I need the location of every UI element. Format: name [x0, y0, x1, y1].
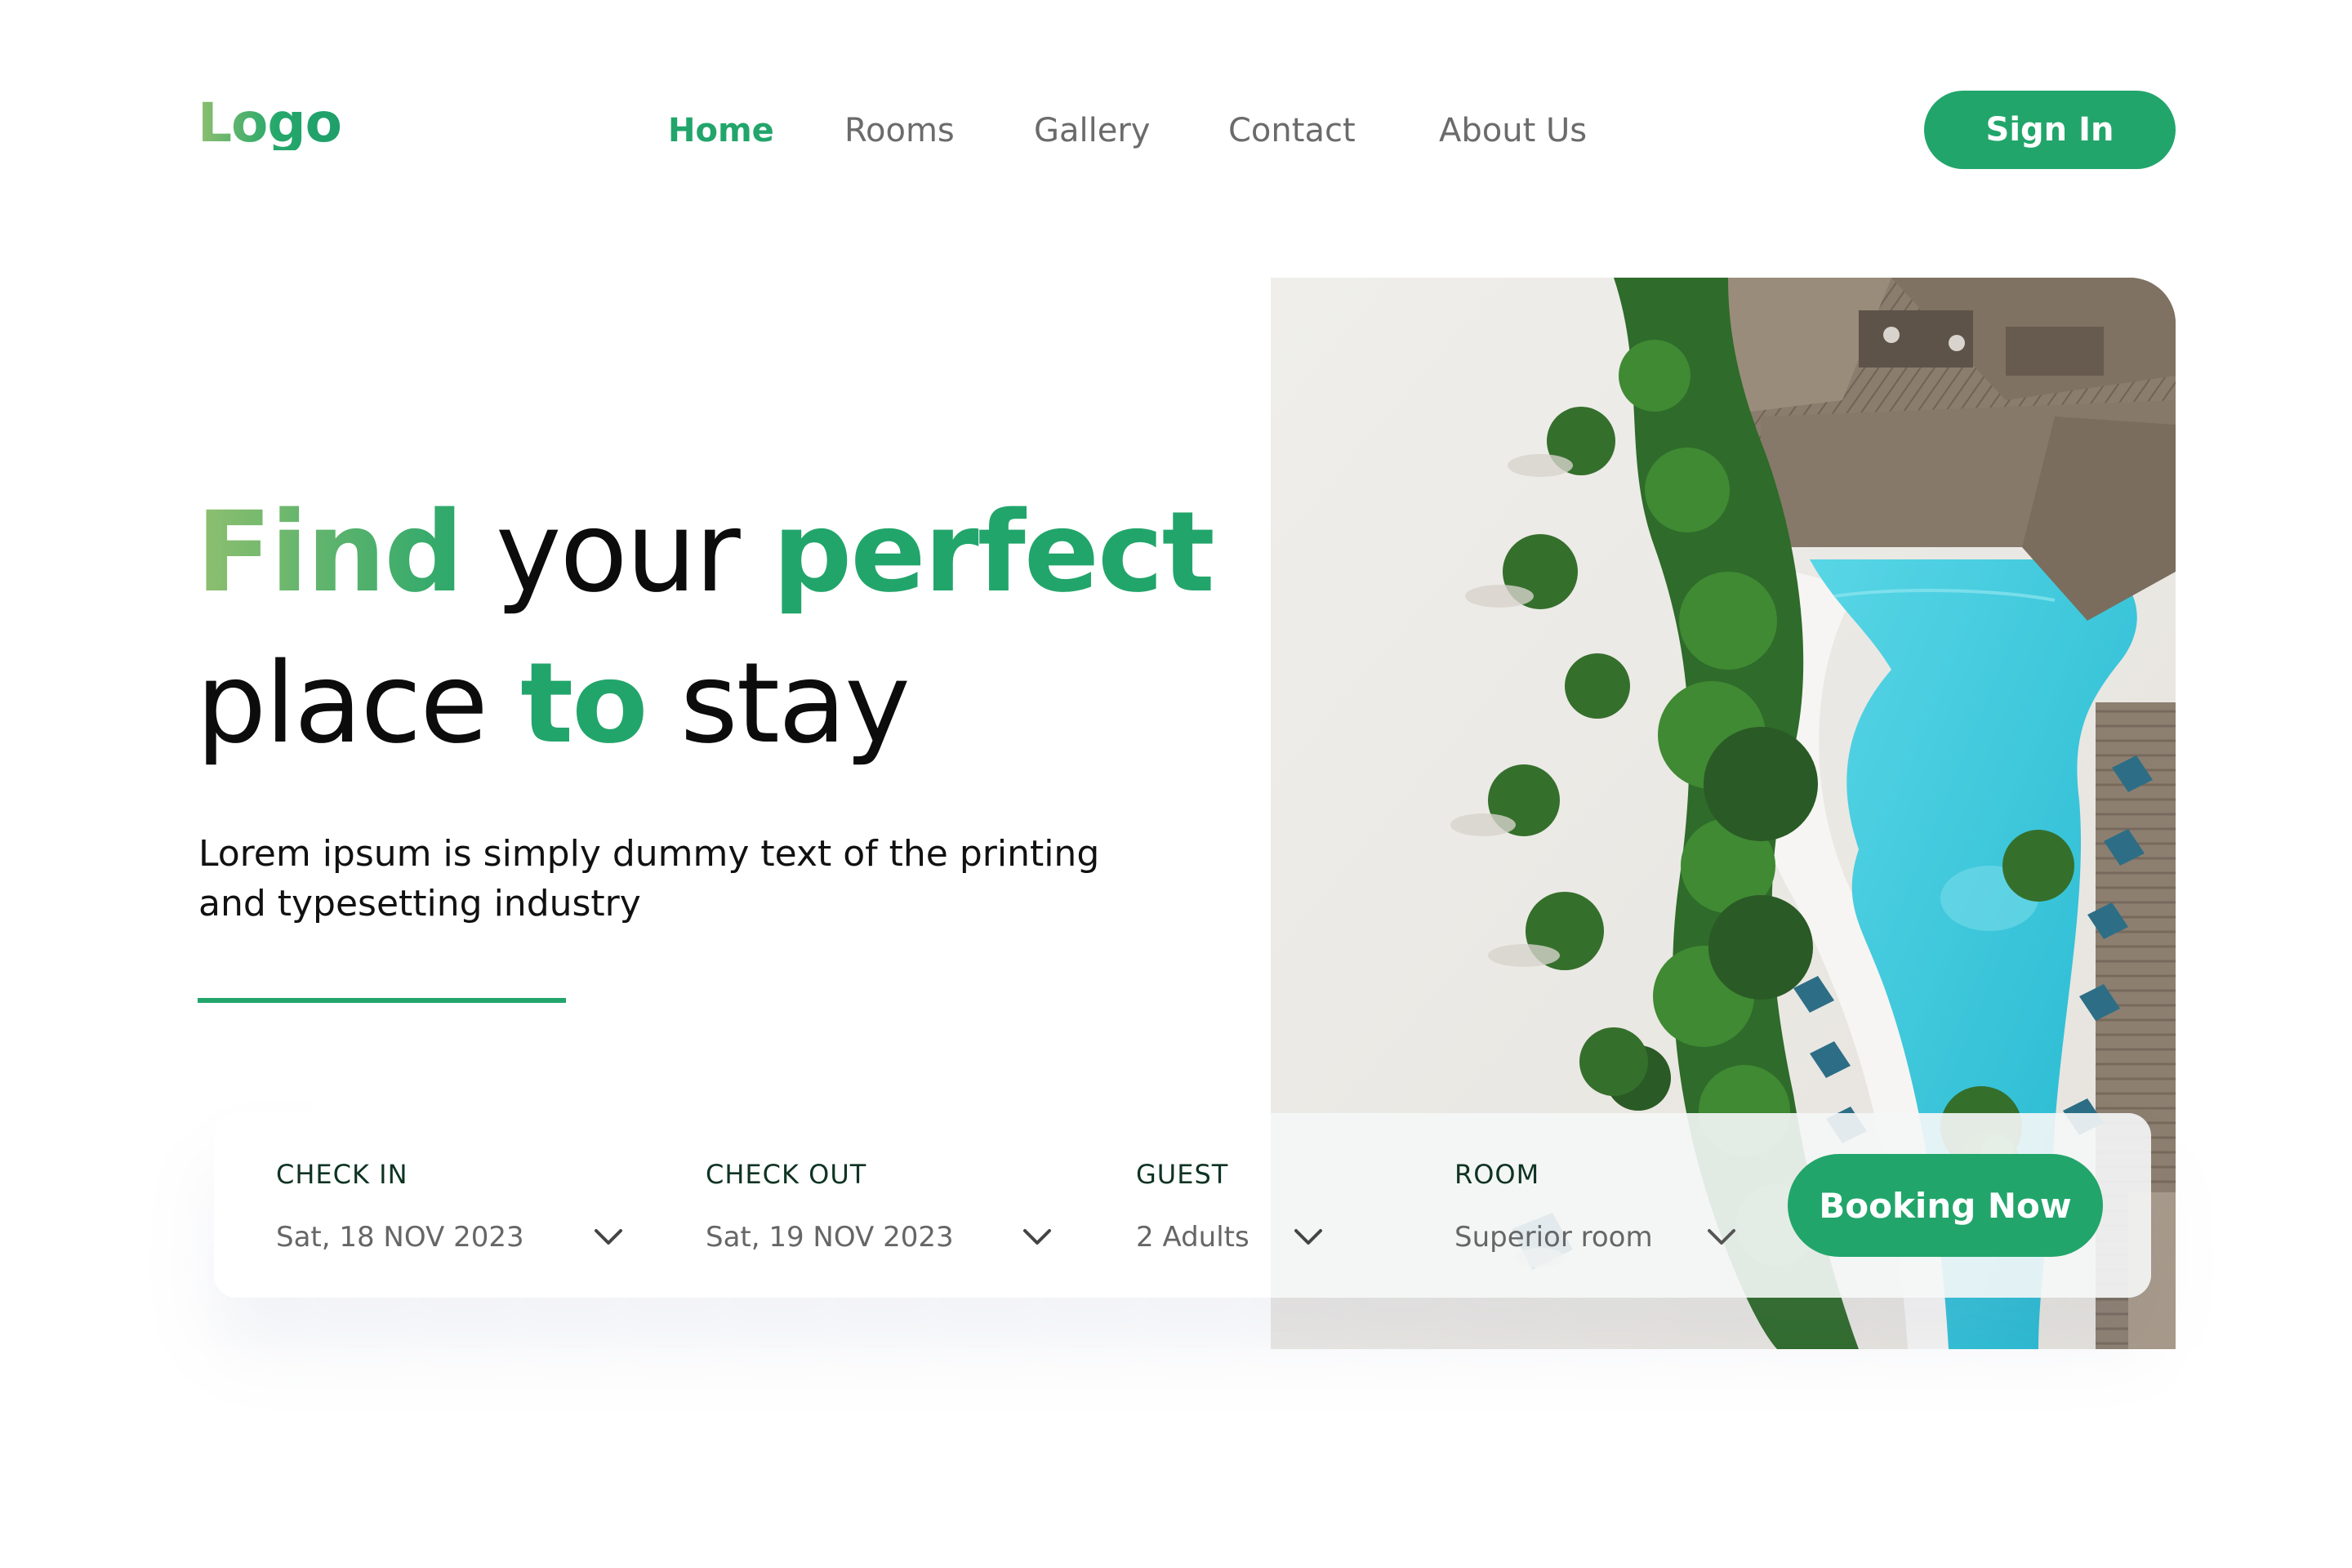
- check-out-value: Sat, 19 NOV 2023: [706, 1221, 954, 1254]
- room-label: ROOM: [1454, 1159, 1540, 1190]
- check-in-label: CHECK IN: [276, 1159, 408, 1190]
- guest-field[interactable]: GUEST 2 Adults: [1136, 1113, 1381, 1298]
- check-out-label: CHECK OUT: [706, 1159, 867, 1190]
- hero-subtext: Lorem ipsum is simply dummy text of the …: [198, 833, 1100, 924]
- nav-item-contact[interactable]: Contact: [1228, 106, 1356, 155]
- nav-item-rooms[interactable]: Rooms: [844, 106, 955, 155]
- room-field[interactable]: ROOM Superior room: [1454, 1113, 1748, 1298]
- headline-word-your: your: [495, 488, 741, 617]
- headline-word-to: to: [520, 639, 648, 768]
- check-in-field[interactable]: CHECK IN Sat, 18 NOV 2023: [276, 1113, 622, 1298]
- hero-divider: [198, 998, 566, 1003]
- guest-label: GUEST: [1136, 1159, 1229, 1190]
- chevron-down-icon[interactable]: [1705, 1221, 1738, 1254]
- chevron-down-icon[interactable]: [1021, 1221, 1054, 1254]
- booking-now-button[interactable]: Booking Now: [1788, 1154, 2103, 1257]
- headline-word-stay: stay: [679, 639, 911, 768]
- chevron-down-icon[interactable]: [592, 1221, 625, 1254]
- headline-word-find: Find: [196, 488, 464, 617]
- sign-in-button[interactable]: Sign In: [1924, 91, 2176, 169]
- headline-word-perfect: perfect: [772, 488, 1215, 617]
- hero-headline: Find your perfect place to stay: [196, 478, 1215, 780]
- check-in-value: Sat, 18 NOV 2023: [276, 1221, 524, 1254]
- headline-line-2: place to stay: [196, 629, 1214, 780]
- logo[interactable]: Logo: [198, 96, 342, 150]
- chevron-down-icon[interactable]: [1292, 1221, 1325, 1254]
- headline-line-1: Find your perfect: [196, 478, 1215, 629]
- booking-bar: CHECK IN Sat, 18 NOV 2023 CHECK OUT Sat,…: [214, 1113, 2151, 1298]
- room-value: Superior room: [1454, 1221, 1653, 1254]
- nav-item-home[interactable]: Home: [668, 106, 774, 155]
- nav-item-about-us[interactable]: About Us: [1439, 106, 1587, 155]
- nav-item-gallery[interactable]: Gallery: [1034, 106, 1150, 155]
- headline-word-place: place: [196, 639, 488, 768]
- check-out-field[interactable]: CHECK OUT Sat, 19 NOV 2023: [706, 1113, 1051, 1298]
- guest-value: 2 Adults: [1136, 1221, 1250, 1254]
- landing-page: Logo Home Rooms Gallery Contact About Us…: [0, 0, 2352, 1568]
